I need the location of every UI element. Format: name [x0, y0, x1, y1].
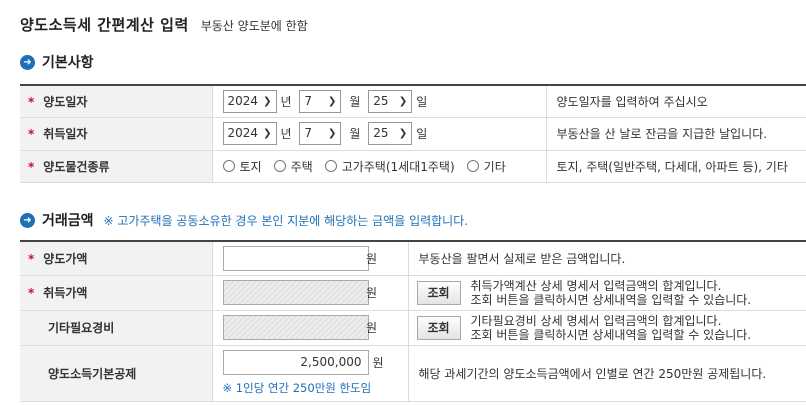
section-basic-header: ➜ 기본사항 — [20, 52, 94, 72]
label-acq-date: * 취득일자 — [20, 117, 212, 151]
property-type-radios: 토지 주택 고가주택(1세대1주택) 기타 — [211, 150, 546, 183]
basic-deduction-cell: 2,500,000 원 ※ 1인당 연간 250만원 한도임 — [211, 345, 408, 402]
section-trade-note: ※ 고가주택을 공동소유한 경우 본인 지분에 해당하는 금액을 입력합니다. — [103, 213, 469, 228]
section-basic-title: 기본사항 — [42, 55, 94, 71]
required-mark: * — [28, 94, 35, 109]
label-other-cost: 기타필요경비 — [20, 310, 212, 346]
won-unit: 원 — [362, 240, 408, 276]
chevron-down-icon: ❯ — [398, 128, 408, 139]
trade-amount-table: * 양도가액 원 부동산을 팔면서 실제로 받은 금액입니다. * 취득가액 원 조… — [20, 240, 806, 402]
basic-deduction-desc: 해당 과세기간의 양도소득금액에서 인별로 연간 250만원 공제됩니다. — [407, 345, 806, 402]
chevron-down-icon: ❯ — [263, 95, 272, 107]
row-property-type: * 양도물건종류 토지 주택 고가주택(1세대1주택) 기타 토지, 주택(일반주… — [20, 150, 806, 183]
acq-price-lookup-button[interactable]: 조회 — [416, 280, 461, 305]
label-acq-price: * 취득가액 — [20, 275, 212, 311]
acq-date-desc: 부동산을 산 날로 잔금을 지급한 날입니다. — [545, 117, 806, 151]
won-unit: 원 — [362, 275, 408, 311]
radio-other[interactable]: 기타 — [466, 158, 506, 175]
radio-circle-icon — [273, 160, 286, 172]
chevron-down-icon: ❯ — [327, 95, 337, 107]
page-subtitle: 부동산 양도분에 한함 — [200, 19, 308, 33]
other-cost-cell — [211, 310, 369, 346]
arrow-circle-icon: ➜ — [20, 54, 35, 70]
radio-circle-icon — [466, 160, 479, 172]
acq-price-desc-line1: 취득가액계산 상세 명세서 입력금액의 합계입니다. — [470, 278, 722, 293]
other-cost-lookup-button[interactable]: 조회 — [416, 315, 461, 340]
basic-deduction-note: ※ 1인당 연간 250만원 한도임 — [222, 381, 372, 395]
row-other-cost: 기타필요경비 원 조회 기타필요경비 상세 명세서 입력금액의 합계입니다. 조… — [20, 310, 806, 346]
radio-circle-icon — [222, 160, 235, 172]
required-mark: * — [28, 286, 35, 300]
label-basic-deduction: 양도소득기본공제 — [20, 345, 212, 402]
acq-price-input — [222, 280, 369, 305]
chevron-down-icon: ❯ — [398, 95, 408, 107]
page-title: 양도소득세 간편계산 입력 부동산 양도분에 한함 — [20, 14, 308, 35]
radio-land[interactable]: 토지 — [222, 158, 262, 175]
other-cost-desc-cell: 조회 기타필요경비 상세 명세서 입력금액의 합계입니다. 조회 버튼을 클릭하… — [407, 310, 806, 346]
row-acq-date: * 취득일자 2024 ❯ 년 7 ❯ 월 25 ❯ 일 부동산을 산 날로 잔금을 지급한 … — [20, 117, 806, 151]
sale-price-cell — [211, 240, 369, 276]
chevron-down-icon: ❯ — [263, 128, 272, 139]
acq-price-desc-cell: 조회 취득가액계산 상세 명세서 입력금액의 합계입니다. 조회 버튼을 클릭하… — [407, 275, 806, 311]
sale-date-inputs: 2024 ❯ 년 7 ❯ 월 25 ❯ 일 — [211, 84, 546, 118]
other-cost-desc-line1: 기타필요경비 상세 명세서 입력금액의 합계입니다. — [470, 313, 722, 328]
acq-price-desc-line2: 조회 버튼을 클릭하시면 상세내역을 입력할 수 있습니다. — [470, 292, 752, 307]
sale-month-select[interactable]: 7 ❯ — [299, 89, 342, 113]
row-basic-deduction: 양도소득기본공제 2,500,000 원 ※ 1인당 연간 250만원 한도임 해… — [20, 345, 806, 402]
acq-year-select[interactable]: 2024 ❯ — [222, 122, 277, 145]
required-mark: * — [28, 159, 35, 174]
required-mark: * — [28, 251, 35, 266]
chevron-down-icon: ❯ — [327, 128, 337, 139]
basic-deduction-input[interactable]: 2,500,000 — [222, 350, 369, 375]
sale-price-desc: 부동산을 팔면서 실제로 받은 금액입니다. — [407, 240, 806, 276]
property-type-desc: 토지, 주택(일반주택, 다세대, 아파트 등), 기타 — [545, 150, 806, 183]
acq-day-select[interactable]: 25 ❯ — [368, 122, 413, 145]
label-sale-date: * 양도일자 — [20, 84, 212, 118]
other-cost-desc-line2: 조회 버튼을 클릭하시면 상세내역을 입력할 수 있습니다. — [470, 327, 752, 342]
radio-house[interactable]: 주택 — [273, 158, 313, 175]
radio-circle-icon — [324, 160, 337, 172]
radio-luxury-house[interactable]: 고가주택(1세대1주택) — [324, 158, 455, 175]
label-property-type: * 양도물건종류 — [20, 150, 212, 183]
required-mark: * — [28, 127, 35, 141]
arrow-circle-icon: ➜ — [20, 212, 35, 228]
won-unit: 원 — [362, 310, 408, 346]
acq-price-cell — [211, 275, 369, 311]
row-acq-price: * 취득가액 원 조회 취득가액계산 상세 명세서 입력금액의 합계입니다. 조회… — [20, 275, 806, 311]
row-sale-date: * 양도일자 2024 ❯ 년 7 ❯ 월 25 ❯ 일 양도일자를 입력하여 주십시오 — [20, 84, 806, 118]
row-sale-price: * 양도가액 원 부동산을 팔면서 실제로 받은 금액입니다. — [20, 240, 806, 276]
won-unit: 원 — [372, 356, 384, 370]
page-title-text: 양도소득세 간편계산 입력 — [20, 16, 189, 34]
label-sale-price: * 양도가액 — [20, 240, 212, 276]
section-trade-title: 거래금액 — [42, 213, 94, 229]
sale-day-select[interactable]: 25 ❯ — [368, 89, 413, 113]
sale-year-select[interactable]: 2024 ❯ — [222, 89, 277, 113]
sale-date-desc: 양도일자를 입력하여 주십시오 — [545, 84, 806, 118]
section-trade-header: ➜ 거래금액 ※ 고가주택을 공동소유한 경우 본인 지분에 해당하는 금액을 … — [20, 210, 468, 230]
acq-month-select[interactable]: 7 ❯ — [299, 122, 342, 145]
sale-price-input[interactable] — [222, 245, 369, 271]
other-cost-input — [222, 315, 369, 340]
acq-date-inputs: 2024 ❯ 년 7 ❯ 월 25 ❯ 일 — [211, 117, 546, 151]
basic-info-table: * 양도일자 2024 ❯ 년 7 ❯ 월 25 ❯ 일 양도일자를 입력하여 주십시오 * 취… — [20, 84, 806, 183]
